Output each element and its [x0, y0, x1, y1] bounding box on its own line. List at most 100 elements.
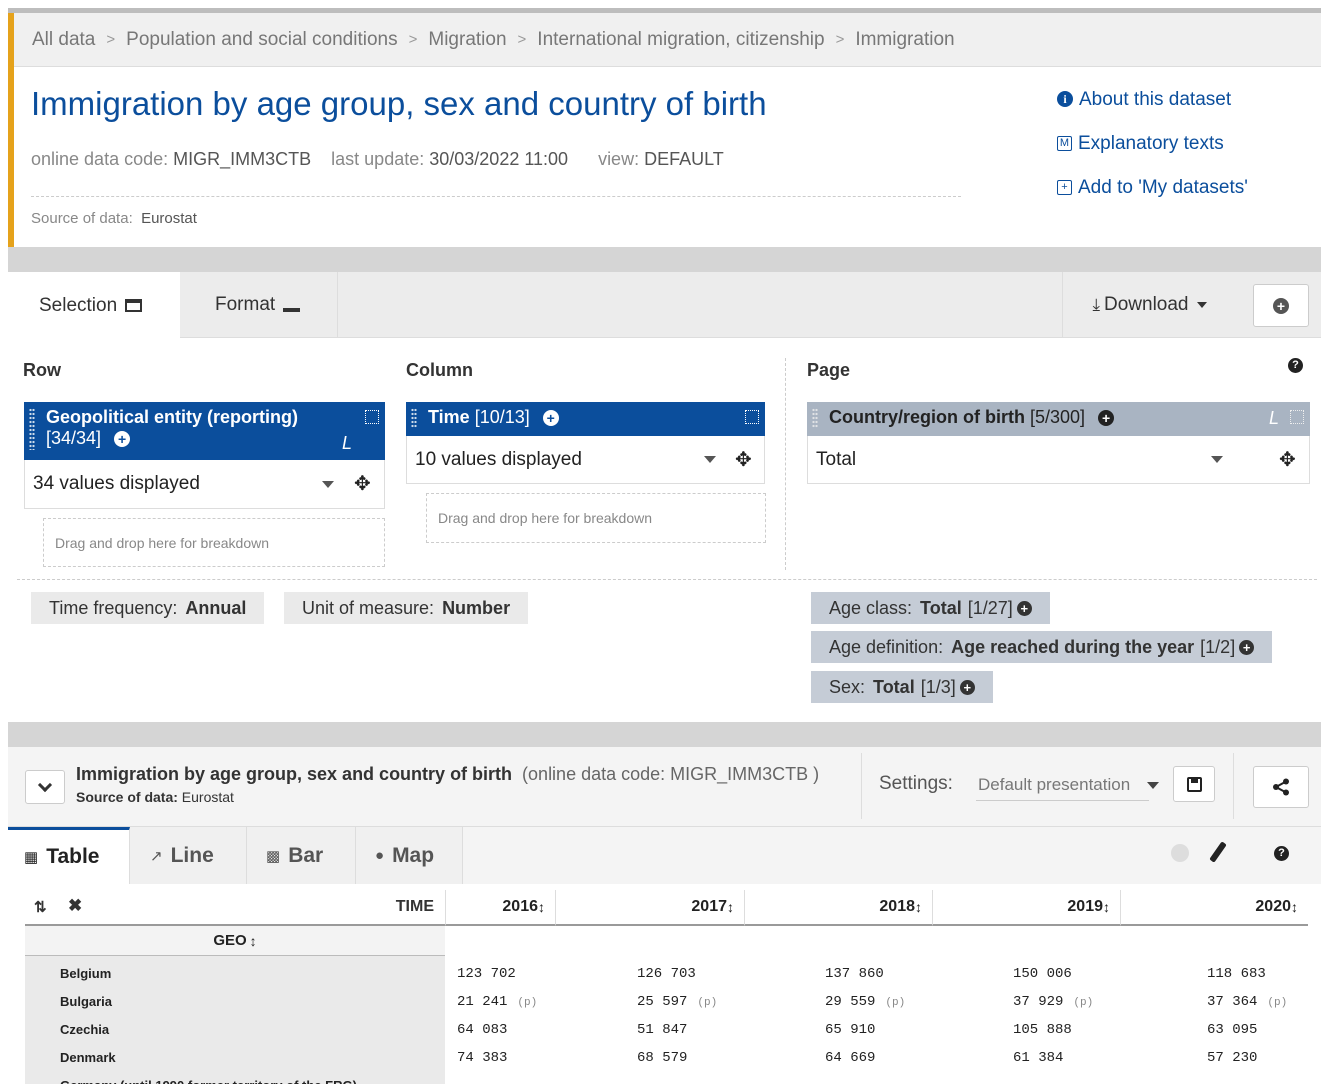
cell-value: 64 083: [457, 1022, 508, 1038]
plus-circle-icon[interactable]: +: [1016, 600, 1032, 616]
plus-circle-icon[interactable]: +: [114, 431, 131, 447]
about-link[interactable]: i About this dataset: [1057, 89, 1248, 133]
age-definition-chip[interactable]: Age definition: Age reached during the y…: [811, 631, 1273, 663]
chip-count: [1/2]: [1200, 636, 1236, 657]
add-button[interactable]: +: [1253, 284, 1309, 327]
year-header[interactable]: 2019 ↕: [932, 890, 1120, 926]
plus-square-icon: +: [1057, 180, 1072, 195]
breadcrumb-item[interactable]: All data: [32, 29, 95, 51]
table-cell: 68 579: [637, 1050, 687, 1066]
year-header[interactable]: 2017 ↕: [555, 890, 744, 926]
chip-value: Total: [920, 597, 962, 618]
divider: [17, 579, 1317, 580]
cell-value: 37 364: [1207, 994, 1258, 1010]
cell-value: 118 683: [1207, 966, 1266, 982]
line-chart-icon: ↗: [150, 847, 163, 865]
year-header[interactable]: 2020 ↕: [1120, 890, 1308, 926]
time-frequency-chip: Time frequency: Annual: [31, 592, 265, 624]
row-dimension-header[interactable]: Geopolitical entity (reporting) [34/34] …: [24, 402, 385, 460]
chip-value: Annual: [185, 597, 247, 618]
collapse-button[interactable]: [25, 770, 65, 804]
share-icon: [1273, 778, 1289, 796]
breadcrumb-item[interactable]: Migration: [428, 29, 506, 51]
cell-value: 150 006: [1013, 966, 1072, 982]
sort-icon: ↕: [727, 899, 734, 915]
chevron-down-icon: [37, 777, 53, 792]
save-button[interactable]: [1173, 766, 1215, 802]
geo-header[interactable]: GEO ↕: [25, 926, 445, 956]
column-dimension-count: [10/13]: [474, 407, 530, 427]
table-cell: 21 241 (p): [457, 994, 537, 1010]
config-tabs-bar: Selection Format ⤓ Download +: [8, 272, 1321, 339]
download-button[interactable]: ⤓ Download: [1062, 272, 1236, 338]
sort-icon: ↕: [538, 899, 545, 915]
plus-circle-icon[interactable]: +: [1098, 410, 1115, 426]
window-icon: [125, 299, 143, 312]
column-dimension-header[interactable]: Time [10/13] +: [406, 402, 765, 436]
cell-value: 65 910: [825, 1022, 876, 1038]
add-dataset-label: Add to 'My datasets': [1078, 177, 1248, 198]
help-icon[interactable]: ?: [1274, 846, 1289, 861]
row-dimension-name: Geopolitical entity (reporting): [46, 407, 299, 427]
cell-value: 61 384: [1013, 1050, 1064, 1066]
column-dropzone[interactable]: Drag and drop here for breakdown: [426, 493, 766, 543]
table-cell: 105 888: [1013, 1022, 1072, 1038]
add-dataset-link[interactable]: + Add to 'My datasets': [1057, 177, 1248, 221]
tab-line-label: Line: [170, 843, 214, 867]
plus-circle-icon[interactable]: +: [542, 410, 559, 426]
tab-map[interactable]: ● Map: [356, 827, 463, 884]
age-class-chip[interactable]: Age class: Total [1/27] +: [811, 592, 1050, 624]
column-values-select[interactable]: 10 values displayed ✥: [406, 436, 765, 484]
label-toggle[interactable]: L: [1269, 408, 1279, 429]
sex-chip[interactable]: Sex: Total [1/3] +: [811, 671, 993, 703]
presentation-select[interactable]: Default presentation: [976, 767, 1159, 801]
year-header[interactable]: 2016 ↕: [445, 890, 555, 926]
move-icon[interactable]: ✥: [1279, 447, 1296, 472]
expand-icon[interactable]: ✖: [68, 896, 82, 916]
tab-line[interactable]: ↗ Line: [130, 827, 247, 884]
cell-value: 29 559: [825, 994, 876, 1010]
tab-selection[interactable]: Selection: [8, 272, 180, 339]
chip-label: Age definition:: [829, 636, 944, 657]
sort-icon: ↕: [249, 932, 257, 949]
toggle-icon[interactable]: [1290, 410, 1304, 424]
page-values-select[interactable]: Total ✥: [807, 436, 1310, 484]
about-link-label: About this dataset: [1079, 89, 1232, 110]
row-section-label: Row: [23, 360, 61, 380]
palette-icon[interactable]: [1171, 844, 1189, 862]
transpose-icon[interactable]: ⇅: [34, 898, 47, 916]
share-button[interactable]: [1253, 766, 1309, 808]
table-cell: 37 929 (p): [1013, 994, 1093, 1010]
table-row-label: Bulgaria: [60, 994, 113, 1009]
year-header[interactable]: 2018 ↕: [744, 890, 932, 926]
toggle-icon[interactable]: [365, 410, 379, 424]
view-title-text: Immigration by age group, sex and countr…: [76, 764, 513, 784]
row-dropzone[interactable]: Drag and drop here for breakdown: [43, 518, 385, 567]
breadcrumb-item[interactable]: Population and social conditions: [126, 29, 397, 51]
move-icon[interactable]: ✥: [354, 471, 371, 496]
toggle-icon[interactable]: [745, 410, 759, 424]
explanatory-link[interactable]: M Explanatory texts: [1057, 133, 1248, 177]
move-icon[interactable]: ✥: [735, 447, 752, 472]
tab-table[interactable]: ▦ Table: [8, 827, 130, 884]
tab-bar[interactable]: ▩ Bar: [247, 827, 356, 884]
plus-circle-icon[interactable]: +: [959, 679, 975, 695]
page-dimension-header[interactable]: Country/region of birth [5/300] + L: [807, 402, 1310, 436]
row-values-label: 34 values displayed: [33, 473, 200, 494]
row-values-select[interactable]: 34 values displayed ✥: [24, 460, 385, 509]
breadcrumb-item[interactable]: International migration, citizenship: [537, 29, 824, 51]
breadcrumb: All data > Population and social conditi…: [14, 13, 1321, 67]
view-value: DEFAULT: [644, 149, 724, 169]
separator-band: [8, 247, 1321, 272]
help-icon[interactable]: ?: [1288, 358, 1303, 373]
breadcrumb-item-current[interactable]: Immigration: [855, 29, 954, 51]
caret-down-icon: [1196, 302, 1207, 308]
table-row-label: Czechia: [60, 1022, 110, 1037]
table-cell: 74 383: [457, 1050, 507, 1066]
label-toggle[interactable]: L: [342, 433, 352, 454]
cell-value: 21 241: [457, 994, 508, 1010]
plus-circle-icon: +: [1273, 297, 1289, 314]
side-links: i About this dataset M Explanatory texts +…: [1057, 89, 1248, 221]
plus-circle-icon[interactable]: +: [1239, 639, 1255, 655]
tab-format[interactable]: Format: [180, 272, 338, 338]
